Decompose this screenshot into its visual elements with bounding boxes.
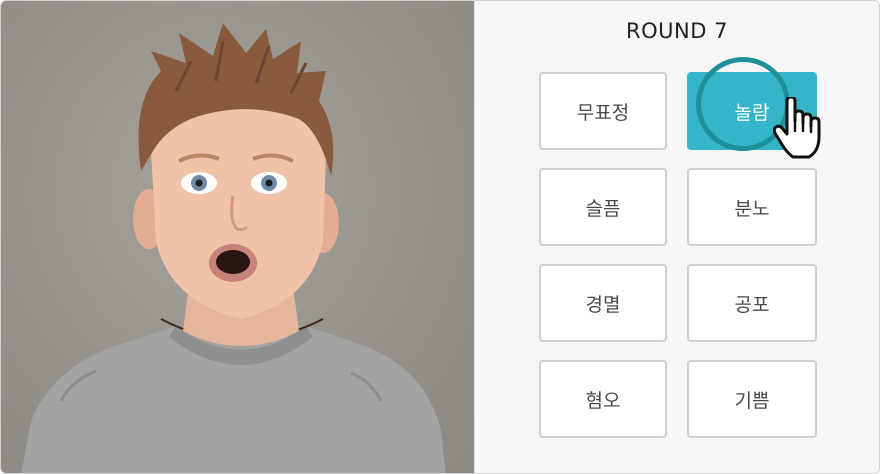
choice-button-surprise[interactable]: 놀람 xyxy=(687,72,817,150)
choice-grid: 무표정 놀람 슬픔 분노 경멸 공포 혐오 기쁨 xyxy=(539,72,817,438)
quiz-card: ROUND 7 무표정 놀람 슬픔 분노 경멸 공포 혐오 기쁨 xyxy=(0,0,880,474)
choice-button-happiness[interactable]: 기쁨 xyxy=(687,360,817,438)
choice-button-disgust[interactable]: 혐오 xyxy=(539,360,667,438)
surprised-child-illustration xyxy=(21,23,446,473)
face-photo xyxy=(1,1,474,473)
choice-button-anger[interactable]: 분노 xyxy=(687,168,817,246)
choice-button-neutral[interactable]: 무표정 xyxy=(539,72,667,150)
round-title: ROUND 7 xyxy=(626,19,728,43)
choice-button-fear[interactable]: 공포 xyxy=(687,264,817,342)
choice-button-sadness[interactable]: 슬픔 xyxy=(539,168,667,246)
choice-button-contempt[interactable]: 경멸 xyxy=(539,264,667,342)
quiz-panel: ROUND 7 무표정 놀람 슬픔 분노 경멸 공포 혐오 기쁨 xyxy=(474,1,879,473)
